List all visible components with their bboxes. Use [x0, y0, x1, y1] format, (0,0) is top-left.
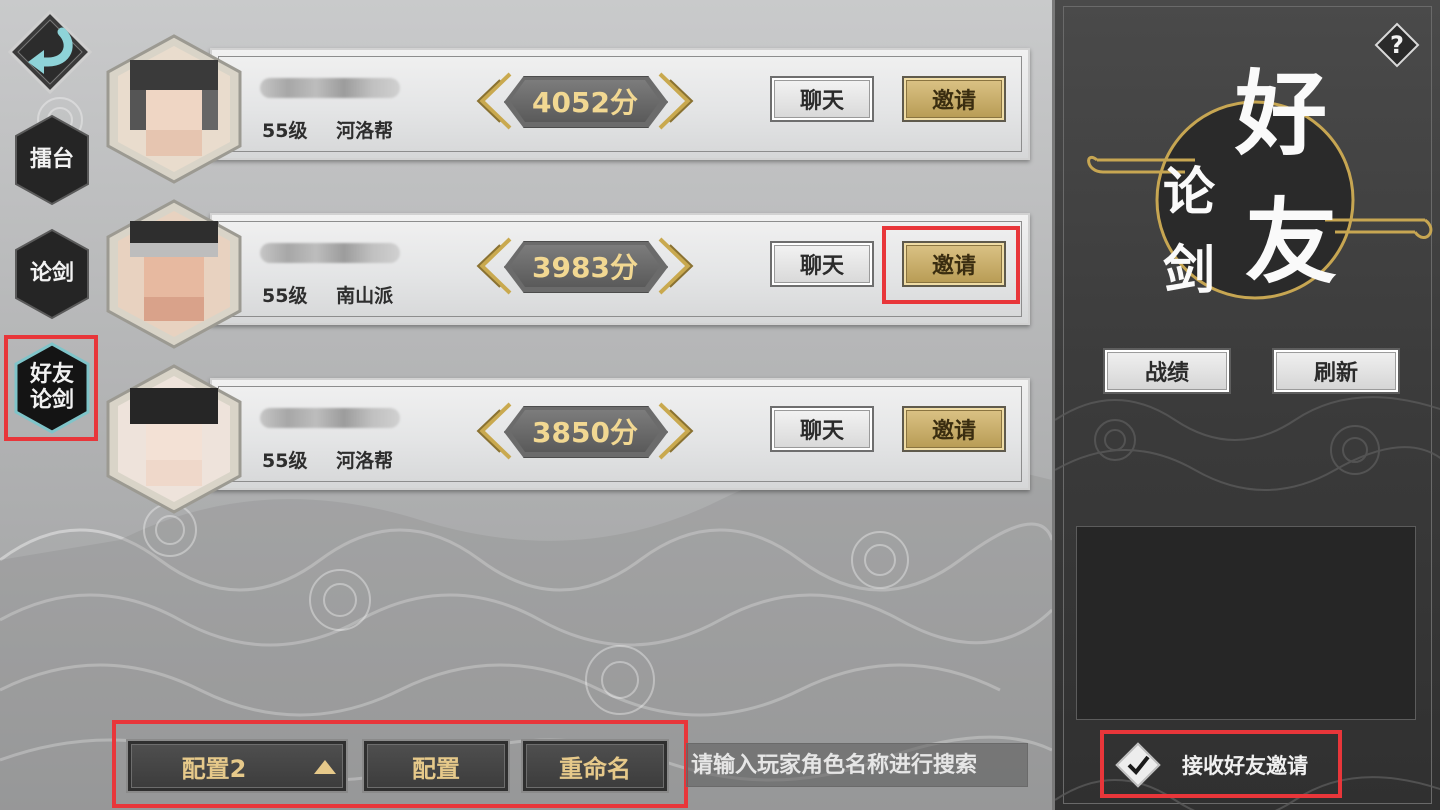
player-level: 55级: [262, 120, 308, 142]
invite-button[interactable]: 邀请: [902, 76, 1006, 122]
config-button[interactable]: 配置: [362, 739, 510, 793]
tab-arena[interactable]: 擂台: [10, 112, 94, 208]
tab-sword-discussion[interactable]: 论剑: [10, 226, 94, 322]
player-meta: 55级 河洛帮: [262, 116, 415, 143]
player-level: 55级: [262, 450, 308, 472]
back-button[interactable]: [7, 9, 93, 95]
help-label: ?: [1390, 31, 1404, 59]
avatar-frame-icon: [106, 199, 242, 349]
avatar-frame-icon: [106, 34, 242, 184]
config-select-value: 配置2: [181, 754, 247, 783]
help-button[interactable]: ?: [1374, 22, 1420, 68]
player-name-blurred: [260, 78, 400, 98]
avatar[interactable]: [104, 364, 244, 514]
player-name-blurred: [260, 408, 400, 428]
player-score: 3850分: [532, 416, 638, 449]
chevron-up-icon: [314, 760, 336, 774]
back-arrow-icon: [7, 9, 93, 95]
record-button[interactable]: 战绩: [1103, 348, 1231, 394]
tab-arena-label: 擂台: [29, 147, 74, 172]
panel-title-char: 剑: [1163, 240, 1216, 301]
player-guild: 河洛帮: [336, 120, 394, 142]
chat-button[interactable]: 聊天: [770, 241, 874, 287]
score-badge: 3983分: [470, 231, 700, 301]
invite-button[interactable]: 邀请: [902, 241, 1006, 287]
panel-title-char: 论: [1163, 162, 1216, 223]
avatar[interactable]: [104, 34, 244, 184]
tab-sword-discussion-label: 论剑: [29, 261, 74, 286]
avatar-frame-icon: [106, 364, 242, 514]
tab-friend-sword-discussion-label: 好友 论剑: [29, 362, 74, 413]
refresh-button[interactable]: 刷新: [1272, 348, 1400, 394]
invite-button[interactable]: 邀请: [902, 406, 1006, 452]
checkbox[interactable]: [1115, 742, 1161, 788]
chat-button[interactable]: 聊天: [770, 406, 874, 452]
player-meta: 55级 南山派: [262, 281, 415, 308]
panel-title-char: 友: [1245, 188, 1338, 296]
accept-invites-toggle[interactable]: 接收好友邀请: [1112, 740, 1332, 790]
player-score: 3983分: [532, 251, 638, 284]
player-name-blurred: [260, 243, 400, 263]
rename-button[interactable]: 重命名: [521, 739, 669, 793]
avatar[interactable]: [104, 199, 244, 349]
friend-card: 55级 南山派 3983分 聊天 邀请: [106, 199, 1030, 349]
panel-title-char: 好: [1235, 60, 1328, 168]
tab-friend-sword-discussion[interactable]: 好友 论剑: [10, 340, 94, 436]
player-guild: 南山派: [336, 285, 394, 307]
checkmark-icon: [1127, 755, 1150, 775]
accept-invites-label: 接收好友邀请: [1182, 754, 1308, 778]
score-badge: 4052分: [470, 66, 700, 136]
player-search-input[interactable]: [686, 743, 1028, 787]
friend-card: 55级 河洛帮 4052分 聊天 邀请: [106, 34, 1030, 184]
score-badge: 3850分: [470, 396, 700, 466]
search-result-box: [1076, 526, 1416, 720]
player-score: 4052分: [532, 86, 638, 119]
player-meta: 55级 河洛帮: [262, 446, 415, 473]
friend-card: 55级 河洛帮 3850分 聊天 邀请: [106, 364, 1030, 514]
player-level: 55级: [262, 285, 308, 307]
chat-button[interactable]: 聊天: [770, 76, 874, 122]
config-select[interactable]: 配置2: [126, 739, 348, 793]
player-guild: 河洛帮: [336, 450, 394, 472]
